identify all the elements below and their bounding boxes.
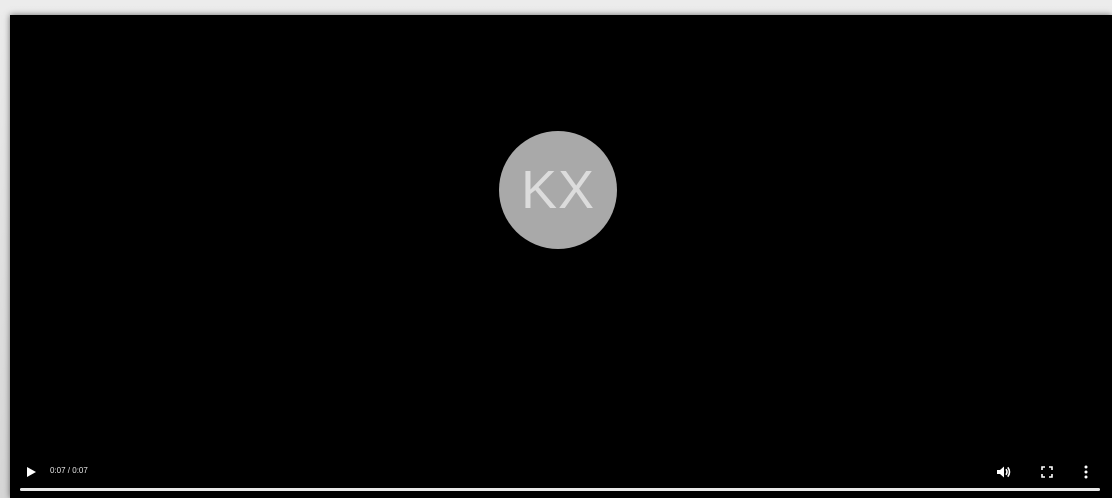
fullscreen-button[interactable] [1039,463,1055,481]
time-display: 0:07 / 0:07 [50,466,88,475]
video-player[interactable]: KX 0:07 / 0:07 [10,15,1112,498]
player-controls: 0:07 / 0:07 [10,454,1112,498]
avatar: KX [499,131,617,249]
volume-button[interactable] [995,463,1013,481]
progress-fill [20,488,1100,491]
more-options-button[interactable] [1080,463,1092,481]
play-icon [27,467,36,477]
play-button[interactable] [24,464,38,480]
more-vertical-icon [1084,465,1088,479]
progress-bar[interactable] [20,488,1100,491]
fullscreen-icon [1041,466,1053,478]
volume-icon [997,466,1011,478]
avatar-initials: KX [520,160,596,220]
screenshot-frame: KX 0:07 / 0:07 [0,0,1112,498]
